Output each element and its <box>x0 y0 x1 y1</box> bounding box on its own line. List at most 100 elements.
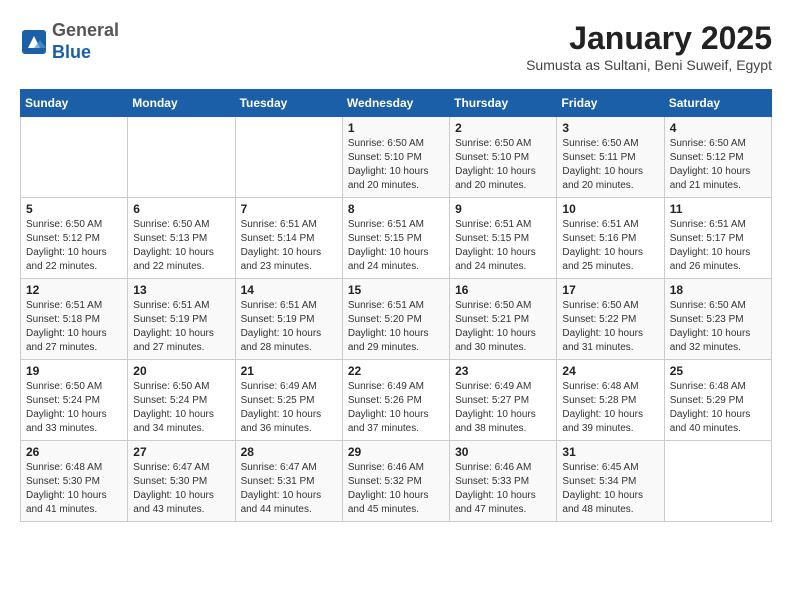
day-info: Sunrise: 6:51 AM Sunset: 5:19 PM Dayligh… <box>241 299 337 355</box>
calendar-table: SundayMondayTuesdayWednesdayThursdayFrid… <box>20 89 772 522</box>
calendar-cell: 2Sunrise: 6:50 AM Sunset: 5:10 PM Daylig… <box>450 117 557 198</box>
day-info: Sunrise: 6:51 AM Sunset: 5:14 PM Dayligh… <box>241 218 337 274</box>
day-info: Sunrise: 6:50 AM Sunset: 5:23 PM Dayligh… <box>670 299 766 355</box>
day-number: 24 <box>562 364 658 378</box>
day-header-thursday: Thursday <box>450 90 557 117</box>
calendar-cell: 29 Sunrise: 6:46 AM Sunset: 5:32 PM Dayli… <box>342 441 449 522</box>
day-info: Sunrise: 6:51 AM Sunset: 5:17 PM Dayligh… <box>670 218 766 274</box>
calendar-cell: 10Sunrise: 6:51 AM Sunset: 5:16 PM Dayli… <box>557 198 664 279</box>
logo-icon <box>20 28 48 56</box>
day-number: 22 <box>348 364 444 378</box>
day-number: 25 <box>670 364 766 378</box>
calendar-cell: 27Sunrise: 6:47 AM Sunset: 5:30 PM Dayli… <box>128 441 235 522</box>
day-info: Sunrise: 6:51 AM Sunset: 5:20 PM Dayligh… <box>348 299 444 355</box>
day-header-tuesday: Tuesday <box>235 90 342 117</box>
day-number: 7 <box>241 202 337 216</box>
day-info: Sunrise: 6:50 AM Sunset: 5:22 PM Dayligh… <box>562 299 658 355</box>
calendar-cell: 19Sunrise: 6:50 AM Sunset: 5:24 PM Dayli… <box>21 360 128 441</box>
logo: General Blue <box>20 20 119 63</box>
day-header-monday: Monday <box>128 90 235 117</box>
calendar-cell: 28 Sunrise: 6:47 AM Sunset: 5:31 PM Dayli… <box>235 441 342 522</box>
calendar-cell: 15 Sunrise: 6:51 AM Sunset: 5:20 PM Dayli… <box>342 279 449 360</box>
day-info: Sunrise: 6:51 AM Sunset: 5:15 PM Dayligh… <box>455 218 551 274</box>
day-info: Sunrise: 6:51 AM Sunset: 5:15 PM Dayligh… <box>348 218 444 274</box>
calendar-header-row: SundayMondayTuesdayWednesdayThursdayFrid… <box>21 90 772 117</box>
day-number: 31 <box>562 445 658 459</box>
day-number: 15 <box>348 283 444 297</box>
day-info: Sunrise: 6:51 AM Sunset: 5:19 PM Dayligh… <box>133 299 229 355</box>
logo-general: General <box>52 20 119 42</box>
calendar-cell: 20 Sunrise: 6:50 AM Sunset: 5:24 PM Dayli… <box>128 360 235 441</box>
calendar-cell: 1Sunrise: 6:50 AM Sunset: 5:10 PM Daylig… <box>342 117 449 198</box>
day-info: Sunrise: 6:49 AM Sunset: 5:26 PM Dayligh… <box>348 380 444 436</box>
day-info: Sunrise: 6:46 AM Sunset: 5:32 PM Dayligh… <box>348 461 444 517</box>
day-number: 8 <box>348 202 444 216</box>
day-info: Sunrise: 6:50 AM Sunset: 5:13 PM Dayligh… <box>133 218 229 274</box>
calendar-cell: 17Sunrise: 6:50 AM Sunset: 5:22 PM Dayli… <box>557 279 664 360</box>
calendar-cell: 23Sunrise: 6:49 AM Sunset: 5:27 PM Dayli… <box>450 360 557 441</box>
calendar-cell: 21Sunrise: 6:49 AM Sunset: 5:25 PM Dayli… <box>235 360 342 441</box>
calendar-cell: 13 Sunrise: 6:51 AM Sunset: 5:19 PM Dayli… <box>128 279 235 360</box>
calendar-cell: 11 Sunrise: 6:51 AM Sunset: 5:17 PM Dayli… <box>664 198 771 279</box>
day-number: 12 <box>26 283 122 297</box>
day-info: Sunrise: 6:48 AM Sunset: 5:30 PM Dayligh… <box>26 461 122 517</box>
week-row-2: 5Sunrise: 6:50 AM Sunset: 5:12 PM Daylig… <box>21 198 772 279</box>
day-number: 29 <box>348 445 444 459</box>
calendar-cell: 18 Sunrise: 6:50 AM Sunset: 5:23 PM Dayli… <box>664 279 771 360</box>
calendar-cell: 25 Sunrise: 6:48 AM Sunset: 5:29 PM Dayli… <box>664 360 771 441</box>
day-number: 27 <box>133 445 229 459</box>
calendar-cell: 16Sunrise: 6:50 AM Sunset: 5:21 PM Dayli… <box>450 279 557 360</box>
day-number: 6 <box>133 202 229 216</box>
calendar-cell: 31Sunrise: 6:45 AM Sunset: 5:34 PM Dayli… <box>557 441 664 522</box>
title-block: January 2025 Sumusta as Sultani, Beni Su… <box>526 20 772 73</box>
day-number: 13 <box>133 283 229 297</box>
calendar-cell: 7 Sunrise: 6:51 AM Sunset: 5:14 PM Daylig… <box>235 198 342 279</box>
location-subtitle: Sumusta as Sultani, Beni Suweif, Egypt <box>526 57 772 73</box>
calendar-cell: 9 Sunrise: 6:51 AM Sunset: 5:15 PM Daylig… <box>450 198 557 279</box>
calendar-cell: 5Sunrise: 6:50 AM Sunset: 5:12 PM Daylig… <box>21 198 128 279</box>
day-info: Sunrise: 6:47 AM Sunset: 5:31 PM Dayligh… <box>241 461 337 517</box>
page-header: General Blue January 2025 Sumusta as Sul… <box>20 20 772 73</box>
day-info: Sunrise: 6:50 AM Sunset: 5:12 PM Dayligh… <box>26 218 122 274</box>
calendar-cell: 4Sunrise: 6:50 AM Sunset: 5:12 PM Daylig… <box>664 117 771 198</box>
day-info: Sunrise: 6:50 AM Sunset: 5:21 PM Dayligh… <box>455 299 551 355</box>
week-row-1: 1Sunrise: 6:50 AM Sunset: 5:10 PM Daylig… <box>21 117 772 198</box>
day-number: 20 <box>133 364 229 378</box>
calendar-cell: 6 Sunrise: 6:50 AM Sunset: 5:13 PM Daylig… <box>128 198 235 279</box>
calendar-cell: 3 Sunrise: 6:50 AM Sunset: 5:11 PM Daylig… <box>557 117 664 198</box>
day-info: Sunrise: 6:48 AM Sunset: 5:28 PM Dayligh… <box>562 380 658 436</box>
day-info: Sunrise: 6:50 AM Sunset: 5:24 PM Dayligh… <box>133 380 229 436</box>
day-number: 30 <box>455 445 551 459</box>
week-row-3: 12 Sunrise: 6:51 AM Sunset: 5:18 PM Dayli… <box>21 279 772 360</box>
day-number: 3 <box>562 121 658 135</box>
calendar-cell <box>664 441 771 522</box>
day-info: Sunrise: 6:50 AM Sunset: 5:11 PM Dayligh… <box>562 137 658 193</box>
calendar-cell: 8 Sunrise: 6:51 AM Sunset: 5:15 PM Daylig… <box>342 198 449 279</box>
calendar-cell: 12 Sunrise: 6:51 AM Sunset: 5:18 PM Dayli… <box>21 279 128 360</box>
day-header-wednesday: Wednesday <box>342 90 449 117</box>
calendar-cell <box>128 117 235 198</box>
day-info: Sunrise: 6:46 AM Sunset: 5:33 PM Dayligh… <box>455 461 551 517</box>
month-title: January 2025 <box>526 20 772 57</box>
day-info: Sunrise: 6:48 AM Sunset: 5:29 PM Dayligh… <box>670 380 766 436</box>
calendar-cell: 22 Sunrise: 6:49 AM Sunset: 5:26 PM Dayli… <box>342 360 449 441</box>
day-number: 4 <box>670 121 766 135</box>
day-number: 18 <box>670 283 766 297</box>
logo-blue: Blue <box>52 42 119 64</box>
week-row-5: 26Sunrise: 6:48 AM Sunset: 5:30 PM Dayli… <box>21 441 772 522</box>
calendar-cell: 14 Sunrise: 6:51 AM Sunset: 5:19 PM Dayli… <box>235 279 342 360</box>
day-info: Sunrise: 6:51 AM Sunset: 5:18 PM Dayligh… <box>26 299 122 355</box>
calendar-cell <box>235 117 342 198</box>
week-row-4: 19Sunrise: 6:50 AM Sunset: 5:24 PM Dayli… <box>21 360 772 441</box>
day-header-friday: Friday <box>557 90 664 117</box>
day-number: 28 <box>241 445 337 459</box>
day-number: 14 <box>241 283 337 297</box>
day-info: Sunrise: 6:49 AM Sunset: 5:27 PM Dayligh… <box>455 380 551 436</box>
day-number: 11 <box>670 202 766 216</box>
calendar-cell <box>21 117 128 198</box>
day-number: 9 <box>455 202 551 216</box>
day-header-sunday: Sunday <box>21 90 128 117</box>
day-number: 2 <box>455 121 551 135</box>
calendar-cell: 24 Sunrise: 6:48 AM Sunset: 5:28 PM Dayli… <box>557 360 664 441</box>
day-info: Sunrise: 6:49 AM Sunset: 5:25 PM Dayligh… <box>241 380 337 436</box>
